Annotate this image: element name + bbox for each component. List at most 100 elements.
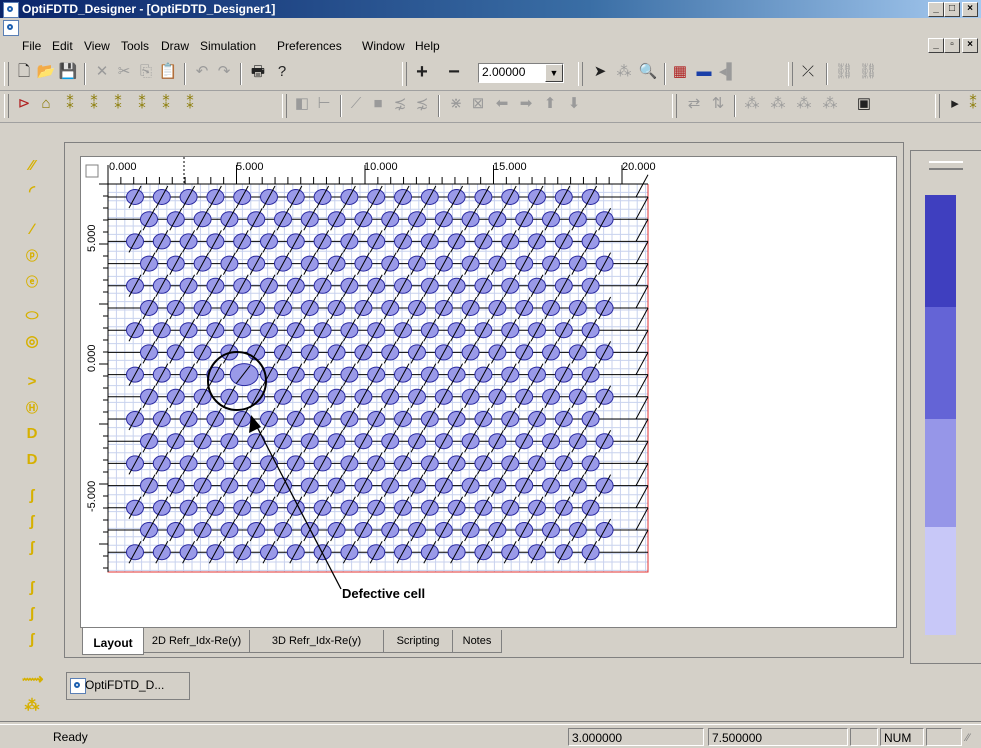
s-bend-sine-icon[interactable]: ʃ [22, 512, 42, 532]
align-right-icon[interactable]: ⁑ [108, 94, 128, 114]
toolbar-grip[interactable] [672, 94, 677, 118]
layout-svg[interactable]: 0.000 5.000 10.000 15.000 20.000 5.000 0… [81, 157, 896, 627]
zoom-combo[interactable]: 2.00000 ▼ [478, 63, 564, 83]
toolbar-grip[interactable] [935, 94, 940, 118]
app-icon[interactable] [3, 2, 19, 18]
menu-edit[interactable]: Edit [52, 39, 73, 53]
same-height-icon[interactable]: ⊢ [314, 94, 334, 114]
photonic-crystal-icon[interactable]: ⁂ [22, 696, 42, 716]
menu-view[interactable]: View [84, 39, 110, 53]
unlink-icon[interactable]: ⛓ [858, 62, 878, 82]
menu-preferences[interactable]: Preferences [277, 39, 342, 53]
s-bend-sine-icon[interactable]: ʃ [22, 604, 42, 624]
node-edit-icon[interactable]: ⤫ [798, 62, 818, 82]
tab-notes[interactable]: Notes [452, 630, 502, 653]
s-bend-cosine-icon[interactable]: ʃ [22, 538, 42, 558]
close-button[interactable]: × [962, 2, 978, 17]
flip-horizontal-icon[interactable]: ⇄ [684, 94, 704, 114]
print-icon[interactable]: 🖶 [248, 62, 268, 82]
toolbar-grip[interactable] [4, 62, 9, 86]
fill-icon[interactable]: ■ [368, 94, 388, 114]
run-3d-icon[interactable]: ⁑ [963, 94, 981, 114]
save-icon[interactable]: 💾 [58, 62, 78, 82]
tab-3d-refractive-index[interactable]: 3D Refr_Idx-Re(y) [249, 630, 384, 653]
properties-icon[interactable]: ▣ [854, 94, 874, 114]
d-shape-icon[interactable]: D [22, 424, 42, 444]
fiber-icon[interactable]: ⟿ [22, 670, 44, 690]
parabolic-waveguide-icon[interactable]: ⓟ [22, 246, 42, 266]
document-tab[interactable]: OptiFDTD_D... [66, 672, 190, 700]
ellipse-icon[interactable]: ⬭ [22, 306, 42, 326]
new-file-icon[interactable]: 🗋 [14, 62, 34, 82]
toolbar-grip[interactable] [402, 62, 407, 86]
shrink-icon[interactable]: ⋇ [446, 94, 466, 114]
undo-icon[interactable]: ↶ [192, 62, 212, 82]
layout-canvas[interactable]: 0.000 5.000 10.000 15.000 20.000 5.000 0… [80, 156, 897, 628]
resize-grip-icon[interactable]: ⁄⁄ [966, 732, 970, 744]
arrow-up-icon[interactable]: ⬆ [540, 94, 560, 114]
toolbar-grip[interactable] [4, 94, 9, 118]
menu-file[interactable]: File [22, 39, 41, 53]
input-plane-icon[interactable]: ▬ [694, 62, 714, 82]
distribute-icon[interactable]: ⁂ [742, 94, 762, 114]
menu-simulation[interactable]: Simulation [200, 39, 256, 53]
menu-tools[interactable]: Tools [121, 39, 149, 53]
child-close-button[interactable]: × [962, 38, 978, 53]
paste-icon[interactable]: 📋 [158, 62, 178, 82]
exponential-waveguide-icon[interactable]: ⓔ [22, 272, 42, 292]
lattice-icon[interactable]: ⌂ [36, 94, 56, 114]
arrow-left-icon[interactable]: ⬅ [492, 94, 512, 114]
child-restore-button[interactable]: ▫ [944, 38, 960, 53]
grid-icon[interactable]: ▦ [670, 62, 690, 82]
align-center-icon[interactable]: ⁑ [84, 94, 104, 114]
zoom-lens-icon[interactable]: 🔍 [638, 62, 658, 82]
arrange-icon[interactable]: ⊳ [14, 94, 34, 114]
h-taper-icon[interactable]: Ⓗ [22, 398, 42, 418]
maximize-button[interactable]: □ [944, 2, 960, 17]
rotate-icon[interactable]: ⟋ [346, 94, 366, 114]
expand-icon[interactable]: ⊠ [468, 94, 488, 114]
toolbar-grip[interactable] [578, 62, 583, 86]
s-bend-arc-icon[interactable]: ʃ [22, 486, 42, 506]
zoom-in-icon[interactable]: + [412, 62, 432, 82]
run-icon[interactable]: ▸ [945, 94, 965, 114]
redo-icon[interactable]: ↷ [214, 62, 234, 82]
cut-icon[interactable]: ✂ [114, 62, 134, 82]
help-icon[interactable]: ? [272, 62, 292, 82]
distribute-icon[interactable]: ⁂ [794, 94, 814, 114]
arc-waveguide-icon[interactable]: ◜ [22, 182, 42, 202]
align-middle-icon[interactable]: ⁑ [156, 94, 176, 114]
taper-icon[interactable]: > [22, 372, 42, 392]
delete-icon[interactable]: ✕ [92, 62, 112, 82]
zoom-out-icon[interactable]: − [444, 62, 464, 82]
select-arrow-icon[interactable]: ➤ [590, 62, 610, 82]
observation-icon[interactable]: ◂▌ [718, 62, 738, 82]
align-top-icon[interactable]: ⁑ [132, 94, 152, 114]
same-width-icon[interactable]: ◧ [292, 94, 312, 114]
ring-icon[interactable]: ◎ [22, 332, 42, 352]
flip-vertical-icon[interactable]: ⇅ [708, 94, 728, 114]
line-icon[interactable]: ∕ [22, 220, 42, 240]
panel-grip[interactable] [929, 161, 963, 170]
tab-scripting[interactable]: Scripting [383, 630, 453, 653]
distribute-icon[interactable]: ⁂ [820, 94, 840, 114]
ruler-corner-box[interactable] [85, 164, 99, 178]
half-d-shape-icon[interactable]: D [22, 450, 42, 470]
linear-waveguide-icon[interactable]: ⁄⁄ [22, 156, 42, 176]
minimize-button[interactable]: _ [928, 2, 944, 17]
link-icon[interactable]: ⛓ [834, 62, 854, 82]
open-folder-icon[interactable]: 📂 [36, 62, 56, 82]
multi-select-icon[interactable]: ⁂ [614, 62, 634, 82]
tab-2d-refractive-index[interactable]: 2D Refr_Idx-Re(y) [143, 630, 250, 653]
menu-help[interactable]: Help [415, 39, 440, 53]
arrow-right-icon[interactable]: ➡ [516, 94, 536, 114]
s-bend-arc-icon[interactable]: ʃ [22, 578, 42, 598]
tab-layout[interactable]: Layout [82, 628, 144, 655]
skew-left-icon[interactable]: ⋨ [390, 94, 410, 114]
menu-window[interactable]: Window [362, 39, 405, 53]
toolbar-grip[interactable] [282, 94, 287, 118]
chevron-down-icon[interactable]: ▼ [545, 64, 563, 82]
arrow-down-icon[interactable]: ⬇ [564, 94, 584, 114]
distribute-icon[interactable]: ⁂ [768, 94, 788, 114]
child-doc-icon[interactable] [3, 20, 19, 36]
